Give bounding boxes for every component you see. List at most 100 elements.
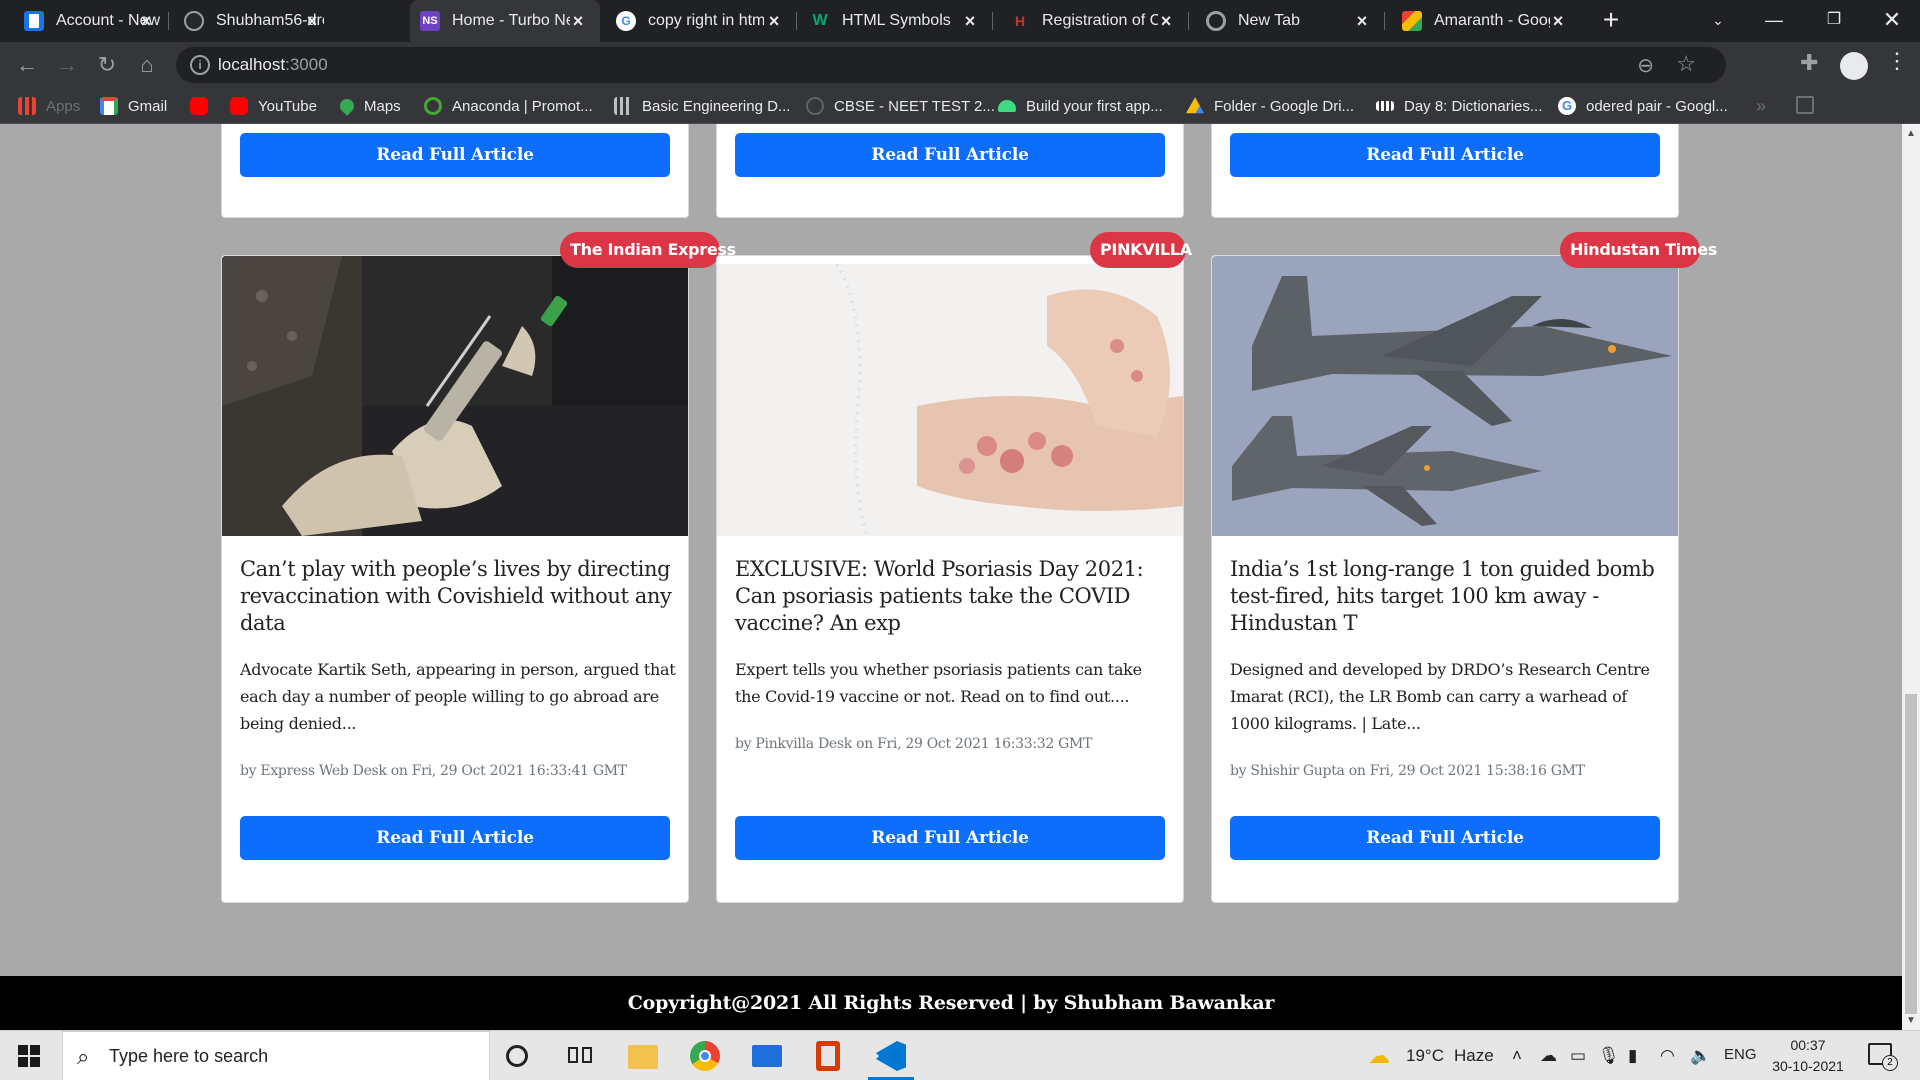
close-tab-icon[interactable]: × [958,9,982,33]
chrome-icon [1206,11,1226,31]
bookmark-gmail[interactable]: Gmail [100,94,167,118]
tab-title: Registration of Co [1042,12,1158,29]
restore-icon[interactable]: ❐ [1806,0,1862,42]
close-tab-icon[interactable]: × [1350,9,1374,33]
minimize-icon[interactable]: — [1746,0,1802,42]
reading-list-icon[interactable] [1796,96,1814,114]
scroll-up-arrow-icon[interactable]: ▲ [1906,128,1916,139]
scroll-down-arrow-icon[interactable]: ▼ [1906,1015,1916,1026]
bookmark-build-first-app[interactable]: Build your first app... [998,94,1163,118]
close-tab-icon[interactable]: × [1546,9,1570,33]
article-image-psoriasis[interactable] [717,256,1183,536]
tab-home-turbo[interactable]: NS Home - Turbo Ne × [410,0,600,42]
windows-start-icon[interactable] [18,1045,40,1067]
tab-registration[interactable]: H Registration of Co × [992,0,1188,42]
tab-copyright-search[interactable]: G copy right in html × [600,0,796,42]
bookmark-label: Apps [46,97,81,115]
window-close-icon[interactable]: ✕ [1864,0,1920,42]
reload-icon[interactable]: ↻ [92,50,122,80]
tab-title: New Tab [1238,12,1300,29]
show-hidden-icons-chevron-icon[interactable]: ˄ [1512,1046,1522,1066]
home-icon[interactable]: ⌂ [132,50,162,80]
weather-temperature[interactable]: 19°C [1406,1046,1444,1066]
google-icon: G [616,11,636,31]
url-text[interactable]: localhost:3000 [218,55,328,75]
tab-account-news[interactable]: Account - News A × [0,0,168,42]
taskbar-search-box[interactable]: ⌕ Type here to search [62,1031,490,1080]
file-explorer-icon[interactable] [628,1045,658,1069]
site-info-icon[interactable]: i [190,55,210,75]
vscode-icon[interactable] [876,1041,906,1071]
browser-menu-icon[interactable]: ⋮ [1886,50,1908,72]
article-title[interactable]: EXCLUSIVE: World Psoriasis Day 2021: Can… [735,556,1167,637]
battery-icon[interactable]: ▮ [1628,1046,1637,1066]
article-image-fighter-jets[interactable] [1212,256,1678,536]
bookmark-apps[interactable]: Apps [18,94,80,118]
github-icon [184,11,204,31]
bookmark-anaconda[interactable]: Anaconda | Promot... [424,94,593,118]
read-full-article-button[interactable]: Read Full Article [240,816,670,860]
vertical-scrollbar[interactable]: ▲ ▼ [1902,124,1920,1030]
article-title[interactable]: India’s 1st long-range 1 ton guided bomb… [1230,556,1662,637]
bookmark-maps[interactable]: Maps [337,94,401,118]
scrollbar-thumb[interactable] [1905,694,1917,1014]
read-full-article-button[interactable]: Read Full Article [240,133,670,177]
profile-avatar[interactable] [1840,52,1868,80]
notification-center-icon[interactable]: 2 [1868,1043,1898,1071]
bookmark-youtube-icon-only[interactable] [190,94,208,118]
office-icon[interactable] [816,1041,840,1071]
article-image-vaccine-syringe[interactable] [222,256,688,536]
bookmark-cbse-neet[interactable]: CBSE - NEET TEST 2... [806,94,995,118]
wifi-icon[interactable]: ◠ [1660,1046,1675,1066]
bookmark-ordered-pair[interactable]: G odered pair - Googl... [1558,94,1728,118]
news-card: Can’t play with people’s lives by direct… [221,255,689,903]
bookmark-youtube[interactable]: YouTube [230,94,317,118]
bookmark-google-drive-folder[interactable]: Folder - Google Dri... [1186,94,1354,118]
mail-icon[interactable] [752,1045,782,1067]
read-full-article-button[interactable]: Read Full Article [1230,133,1660,177]
back-arrow-icon[interactable]: ← [12,50,42,80]
close-tab-icon[interactable]: × [566,9,590,33]
close-tab-icon[interactable]: × [762,9,786,33]
bookmark-star-icon[interactable]: ☆ [1676,51,1696,77]
close-tab-icon[interactable]: × [300,9,324,33]
weather-description[interactable]: Haze [1454,1046,1494,1066]
article-description: Advocate Kartik Seth, appearing in perso… [240,660,676,733]
close-tab-icon[interactable]: × [134,9,158,33]
onedrive-cloud-icon[interactable]: ☁ [1540,1046,1557,1066]
read-full-article-button[interactable]: Read Full Article [1230,816,1660,860]
cortana-circle-icon[interactable] [506,1045,528,1067]
bookmark-day8-dictionaries[interactable]: Day 8: Dictionaries... [1376,94,1542,118]
bookmark-label: Day 8: Dictionaries... [1404,97,1543,115]
google-fonts-icon [1402,11,1422,31]
tab-github[interactable]: Shubham56-droid × [168,0,334,42]
microphone-icon[interactable]: 🎙 [1598,1046,1620,1066]
search-icon: ⌕ [77,1044,90,1069]
maps-pin-icon [337,96,357,116]
read-full-article-button[interactable]: Read Full Article [735,133,1165,177]
tab-new-tab[interactable]: New Tab × [1188,0,1384,42]
tab-html-symbols[interactable]: W HTML Symbols × [796,0,992,42]
notification-count: 2 [1882,1055,1898,1071]
read-full-article-button[interactable]: Read Full Article [735,816,1165,860]
zoom-icon[interactable]: ⊖ [1637,53,1654,78]
address-bar[interactable]: i localhost:3000 ⊖ ☆ [176,47,1726,83]
language-indicator[interactable]: ENG [1724,1046,1757,1063]
task-view-icon[interactable] [566,1041,596,1071]
chrome-taskbar-icon[interactable] [690,1041,720,1071]
extensions-puzzle-icon[interactable]: ✚ [1800,50,1818,76]
w-icon: W [812,12,828,29]
volume-icon[interactable]: 🔈 [1690,1046,1711,1066]
taskbar-clock[interactable]: 00:37 30-10-2021 [1766,1035,1850,1077]
bookmarks-overflow-chevron-icon[interactable]: » [1756,96,1766,117]
article-description: Designed and developed by DRDO’s Researc… [1230,660,1650,733]
tab-search-chevron-icon[interactable]: ⌄ [1690,0,1746,42]
weather-icon[interactable]: ☁ [1368,1043,1390,1069]
device-icon[interactable]: ▭ [1570,1046,1586,1066]
tab-amaranth-fonts[interactable]: Amaranth - Goog × [1384,0,1580,42]
bookmark-basic-engineering[interactable]: Basic Engineering D... [614,94,790,118]
article-title[interactable]: Can’t play with people’s lives by direct… [240,556,672,637]
new-tab-plus-icon[interactable]: + [1596,6,1626,36]
close-tab-icon[interactable]: × [1154,9,1178,33]
forward-arrow-icon[interactable]: → [52,50,82,80]
